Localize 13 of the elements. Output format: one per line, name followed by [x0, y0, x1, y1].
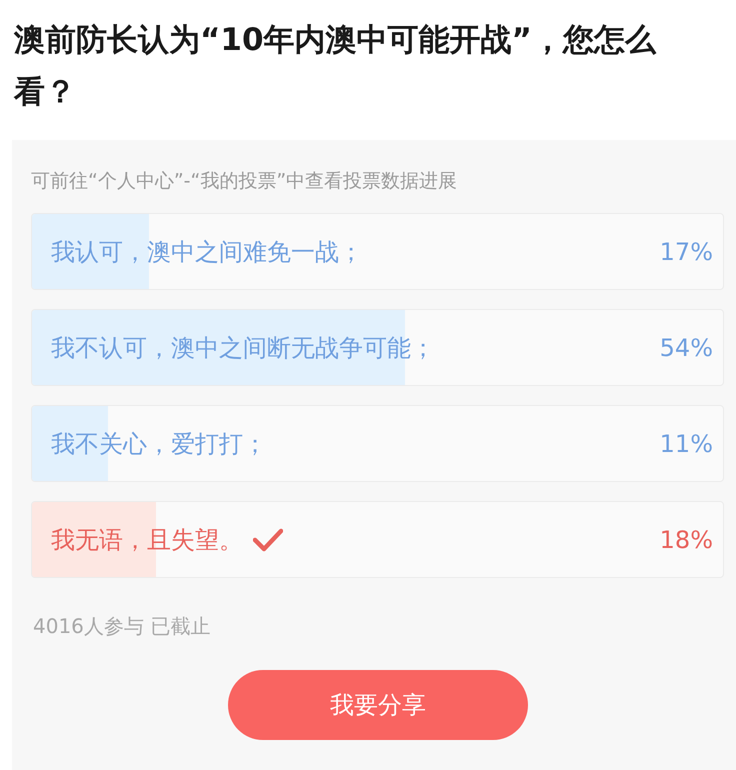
- option-percent: 54%: [660, 332, 713, 364]
- checkmark-icon: [253, 528, 283, 552]
- option-percent: 17%: [660, 236, 713, 268]
- option-label: 我不认可，澳中之间断无战争可能；: [51, 332, 435, 364]
- option-label: 我无语，且失望。: [51, 524, 243, 556]
- participation-status: 4016人参与 已截止: [33, 613, 210, 640]
- option-label: 我不关心，爱打打；: [51, 428, 267, 460]
- share-button[interactable]: 我要分享: [228, 670, 528, 740]
- poll-hint: 可前往“个人中心”-“我的投票”中查看投票数据进展: [31, 169, 458, 194]
- option-label: 我认可，澳中之间难免一战；: [51, 236, 363, 268]
- question-title: 澳前防长认为“10年内澳中可能开战”，您怎么看？: [14, 21, 658, 112]
- option-percent: 11%: [660, 428, 713, 460]
- option-percent: 18%: [660, 524, 713, 556]
